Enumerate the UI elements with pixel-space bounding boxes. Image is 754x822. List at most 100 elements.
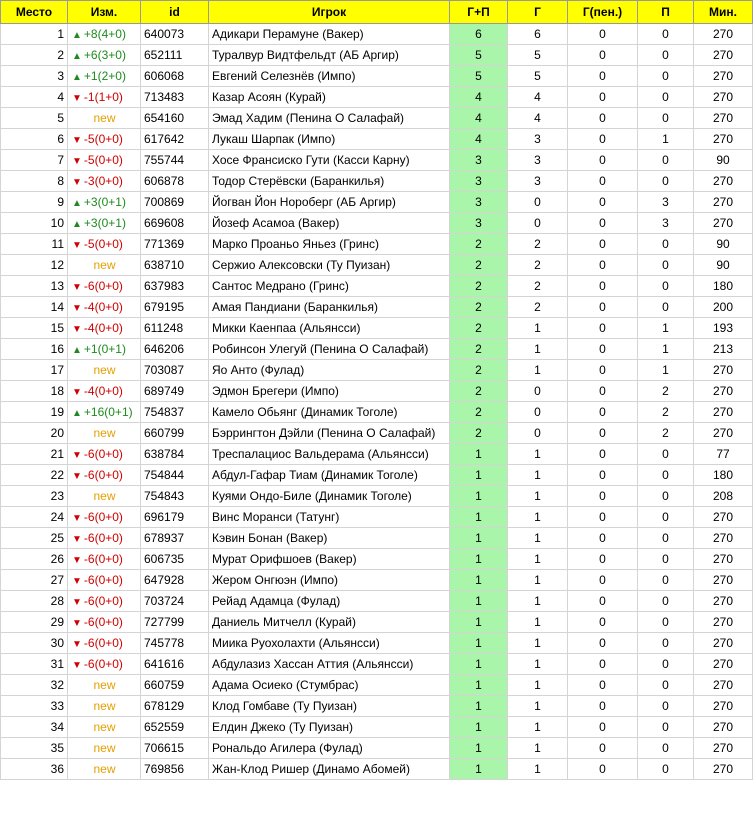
cell-id[interactable]: 617642 [140,128,209,150]
table-row[interactable]: 32 new 660759 Адама Осиеко (Стумбрас) 1 1 0 0 27… [0,674,753,696]
cell-place[interactable]: 34 [0,716,68,738]
table-row[interactable]: 11 ▼ -5(0+0) 771369 Марко Проаньо Яньез (Гри… [0,233,753,255]
cell-id[interactable]: 713483 [140,86,209,108]
cell-goals[interactable]: 1 [507,338,568,360]
table-row[interactable]: 29 ▼ -6(0+0) 727799 Даниель Митчелл (Курай) 1… [0,611,753,633]
cell-penalty-goals[interactable]: 0 [567,548,638,570]
cell-id[interactable]: 652559 [140,716,209,738]
cell-id[interactable]: 606068 [140,65,209,87]
cell-id[interactable]: 679195 [140,296,209,318]
cell-penalty-goals[interactable]: 0 [567,128,638,150]
cell-goals[interactable]: 1 [507,590,568,612]
cell-goals[interactable]: 5 [507,44,568,66]
cell-goals-assists[interactable]: 1 [449,611,508,633]
cell-player[interactable]: Клод Гомбаве (Ту Пуизан) [208,695,450,717]
cell-place[interactable]: 14 [0,296,68,318]
cell-assists[interactable]: 0 [637,548,694,570]
cell-player[interactable]: Лукаш Шарпак (Импо) [208,128,450,150]
table-row[interactable]: 24 ▼ -6(0+0) 696179 Винс Моранси (Татунг) 1 1 0… [0,506,753,528]
cell-assists[interactable]: 0 [637,86,694,108]
table-row[interactable]: 2 ▲ +6(3+0) 652111 Туралвур Видтфельдт (АБ А… [0,44,753,66]
cell-change[interactable]: ▼ -6(0+0) [67,464,141,486]
cell-goals[interactable]: 1 [507,485,568,507]
cell-goals[interactable]: 1 [507,569,568,591]
cell-change[interactable]: ▲ +3(0+1) [67,212,141,234]
table-row[interactable]: 16 ▲ +1(0+1) 646206 Робинсон Улегуй (Пенина … [0,338,753,360]
cell-goals[interactable]: 3 [507,170,568,192]
header-assists[interactable]: П [637,0,694,24]
cell-goals-assists[interactable]: 2 [449,338,508,360]
cell-id[interactable]: 703087 [140,359,209,381]
cell-change[interactable]: ▼ -6(0+0) [67,548,141,570]
table-row[interactable]: 31 ▼ -6(0+0) 641616 Абдулазиз Хассан Аттия (… [0,653,753,675]
cell-change[interactable]: new [67,758,141,780]
header-change[interactable]: Изм. [67,0,141,24]
cell-id[interactable]: 771369 [140,233,209,255]
cell-id[interactable]: 703724 [140,590,209,612]
cell-change[interactable]: ▼ -3(0+0) [67,170,141,192]
cell-id[interactable]: 660799 [140,422,209,444]
cell-assists[interactable]: 0 [637,527,694,549]
cell-goals-assists[interactable]: 4 [449,107,508,129]
cell-assists[interactable]: 1 [637,317,694,339]
cell-assists[interactable]: 0 [637,44,694,66]
cell-assists[interactable]: 0 [637,107,694,129]
cell-assists[interactable]: 0 [637,653,694,675]
cell-goals[interactable]: 1 [507,611,568,633]
cell-goals-assists[interactable]: 1 [449,485,508,507]
cell-change[interactable]: new [67,359,141,381]
cell-minutes[interactable]: 90 [693,149,753,171]
cell-change[interactable]: new [67,254,141,276]
cell-goals[interactable]: 0 [507,191,568,213]
cell-penalty-goals[interactable]: 0 [567,758,638,780]
cell-place[interactable]: 15 [0,317,68,339]
cell-goals[interactable]: 0 [507,212,568,234]
cell-goals[interactable]: 2 [507,296,568,318]
cell-place[interactable]: 12 [0,254,68,276]
cell-player[interactable]: Куями Ондо-Биле (Динамик Тоголе) [208,485,450,507]
cell-goals[interactable]: 6 [507,23,568,45]
cell-change[interactable]: ▼ -6(0+0) [67,632,141,654]
cell-penalty-goals[interactable]: 0 [567,170,638,192]
cell-place[interactable]: 4 [0,86,68,108]
cell-assists[interactable]: 0 [637,464,694,486]
cell-id[interactable]: 706615 [140,737,209,759]
cell-minutes[interactable]: 180 [693,464,753,486]
cell-goals-assists[interactable]: 1 [449,527,508,549]
table-row[interactable]: 1 ▲ +8(4+0) 640073 Адикари Перамуне (Вакер) 6… [0,23,753,45]
cell-minutes[interactable]: 270 [693,107,753,129]
table-row[interactable]: 9 ▲ +3(0+1) 700869 Йогван Йон Нороберг (АБ А… [0,191,753,213]
cell-goals[interactable]: 1 [507,443,568,465]
cell-penalty-goals[interactable]: 0 [567,716,638,738]
cell-minutes[interactable]: 270 [693,212,753,234]
cell-place[interactable]: 20 [0,422,68,444]
cell-change[interactable]: ▼ -5(0+0) [67,149,141,171]
cell-goals-assists[interactable]: 2 [449,317,508,339]
cell-goals[interactable]: 3 [507,128,568,150]
cell-goals-assists[interactable]: 3 [449,170,508,192]
table-row[interactable]: 36 new 769856 Жан-Клод Ришер (Динамо Абомей… [0,758,753,780]
cell-id[interactable]: 678937 [140,527,209,549]
cell-goals-assists[interactable]: 6 [449,23,508,45]
cell-id[interactable]: 754837 [140,401,209,423]
cell-goals-assists[interactable]: 1 [449,548,508,570]
cell-assists[interactable]: 0 [637,569,694,591]
table-row[interactable]: 18 ▼ -4(0+0) 689749 Эдмон Брегери (Импо) 2 0 0 2… [0,380,753,402]
cell-change[interactable]: ▼ -4(0+0) [67,317,141,339]
cell-player[interactable]: Жером Онгюэн (Импо) [208,569,450,591]
cell-place[interactable]: 27 [0,569,68,591]
cell-penalty-goals[interactable]: 0 [567,569,638,591]
cell-id[interactable]: 640073 [140,23,209,45]
cell-goals-assists[interactable]: 4 [449,128,508,150]
cell-penalty-goals[interactable]: 0 [567,422,638,444]
cell-change[interactable]: ▲ +1(2+0) [67,65,141,87]
table-row[interactable]: 26 ▼ -6(0+0) 606735 Мурат Орифшоев (Вакер) 1 1… [0,548,753,570]
cell-assists[interactable]: 0 [637,296,694,318]
cell-place[interactable]: 32 [0,674,68,696]
cell-penalty-goals[interactable]: 0 [567,23,638,45]
cell-penalty-goals[interactable]: 0 [567,86,638,108]
cell-player[interactable]: Адама Осиеко (Стумбрас) [208,674,450,696]
cell-minutes[interactable]: 270 [693,611,753,633]
cell-goals[interactable]: 1 [507,737,568,759]
header-player[interactable]: Игрок [208,0,450,24]
